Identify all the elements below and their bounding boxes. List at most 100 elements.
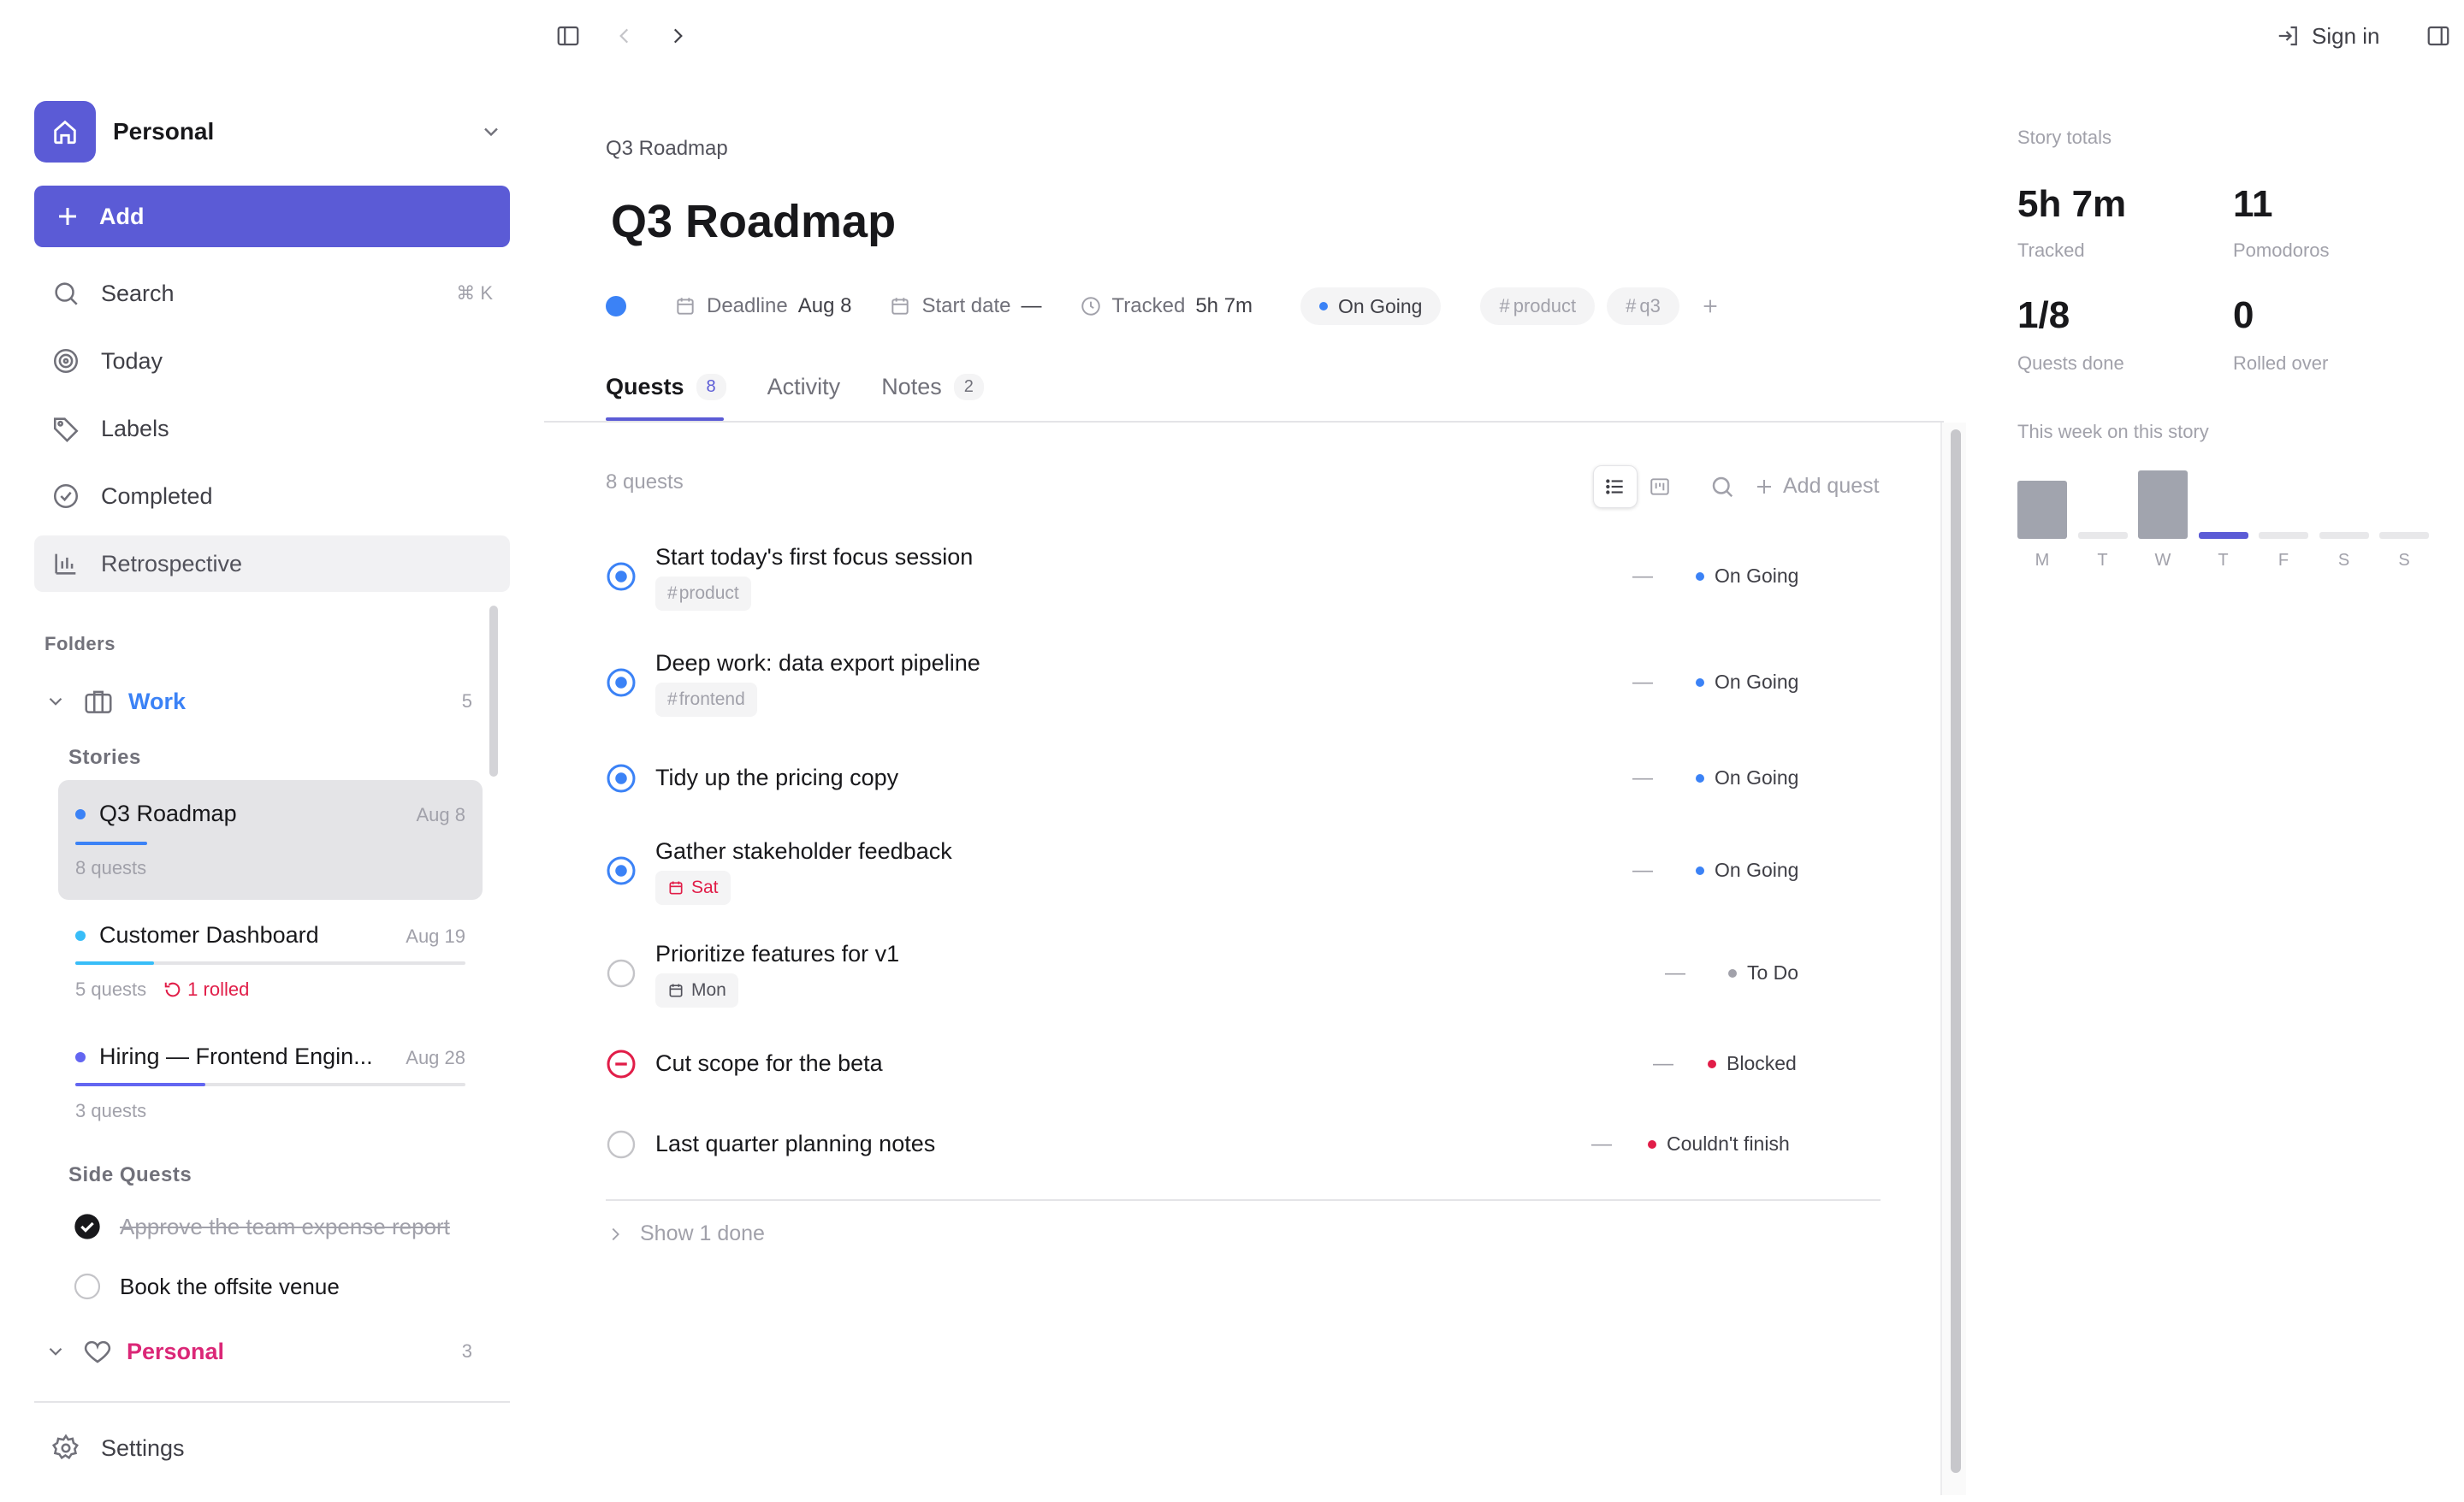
tracked-property[interactable]: Tracked 5h 7m [1080,294,1253,318]
quest-estimate[interactable]: — [1632,671,1653,695]
forward-button[interactable] [660,19,695,53]
quest-status[interactable]: On Going [1696,859,1798,882]
board-view-button[interactable] [1638,465,1682,508]
ongoing-status-icon[interactable] [606,561,637,592]
status-label: On Going [1338,294,1423,317]
blocked-status-icon[interactable] [606,1049,637,1079]
plus-icon [59,208,76,225]
story-color-dot[interactable] [606,296,626,316]
quest-status[interactable]: Blocked [1708,1052,1797,1075]
clock-icon [1081,297,1100,316]
tab-notes-count: 2 [953,373,984,400]
nav-completed-label: Completed [101,482,213,509]
breadcrumb[interactable]: Q3 Roadmap [606,137,728,161]
deadline-property[interactable]: Deadline Aug 8 [674,294,851,318]
nav-labels[interactable]: Labels [34,400,510,457]
list-view-button[interactable] [1593,465,1638,508]
story-color-dot [75,808,86,819]
tab-activity[interactable]: Activity [767,368,841,405]
story-hiring-frontend[interactable]: Hiring — Frontend Engin... Aug 28 3 ques… [58,1025,483,1136]
quest-row[interactable]: Deep work: data export pipeline # fronten… [599,645,1882,730]
toggle-right-panel-button[interactable] [2421,19,2455,53]
quest-row[interactable]: Gather stakeholder feedback Sat — On Goi… [599,833,1882,919]
status-dot [1696,773,1704,783]
quest-estimate[interactable]: — [1632,766,1653,790]
checked-circle-icon[interactable] [74,1213,101,1240]
add-button[interactable]: Add [34,186,510,247]
quest-estimate[interactable]: — [1632,565,1653,588]
tab-quests[interactable]: Quests 8 [606,368,726,405]
quest-row[interactable]: Cut scope for the beta — Blocked [599,1045,1882,1100]
quest-status[interactable]: To Do [1728,961,1798,985]
empty-circle-icon[interactable] [606,958,637,989]
empty-circle-icon[interactable] [74,1273,101,1300]
week-day-label: M [2035,551,2050,570]
quest-tag[interactable]: # frontend [655,683,757,717]
quest-estimate[interactable]: — [1653,1052,1673,1076]
quest-tag[interactable]: # product [655,577,751,611]
side-quest-item[interactable]: Book the offsite venue [74,1273,340,1300]
search-icon [1712,476,1733,498]
quest-row[interactable]: Start today's first focus session # produ… [599,539,1882,624]
story-date: Aug 19 [406,925,465,947]
story-customer-dashboard[interactable]: Customer Dashboard Aug 19 5 quests 1 rol… [58,903,483,1014]
quest-estimate[interactable]: — [1632,859,1653,883]
story-meta: 8 quests [75,857,147,878]
page-title[interactable]: Q3 Roadmap [611,195,896,248]
tab-quests-label: Quests [606,373,684,399]
ongoing-status-icon[interactable] [606,855,637,886]
nav-search[interactable]: Search ⌘ K [34,265,510,322]
folder-work[interactable]: Work 5 [44,681,472,722]
tag-chip[interactable]: # product [1480,287,1596,325]
quest-status[interactable]: On Going [1696,671,1798,694]
tab-activity-label: Activity [767,373,841,399]
sidebar-scrollbar[interactable] [489,606,498,777]
quest-count: 8 quests [606,470,684,494]
folder-work-count: 5 [461,690,472,712]
quest-row[interactable]: Tidy up the pricing copy — On Going [599,760,1882,814]
folder-personal[interactable]: Personal 3 [44,1331,472,1372]
quest-row[interactable]: Prioritize features for v1 Mon — To Do [599,936,1882,1021]
quest-tag-label: frontend [678,689,745,709]
status-dot [1319,302,1329,310]
search-quests-button[interactable] [1709,474,1735,500]
story-q3-roadmap[interactable]: Q3 Roadmap Aug 8 8 quests [58,780,483,900]
toggle-sidebar-button[interactable] [551,19,585,53]
chevron-right-icon [673,28,683,44]
week-day-label: T [2218,551,2229,570]
nav-settings[interactable]: Settings [34,1420,510,1476]
quest-status[interactable]: On Going [1696,766,1798,789]
main-scrollbar[interactable] [1951,429,1961,1473]
status-badge[interactable]: On Going [1300,287,1442,325]
workspace-switcher[interactable]: Personal [34,101,510,163]
quest-row[interactable]: Last quarter planning notes — Couldn't f… [599,1126,1882,1180]
quest-status[interactable]: Couldn't finish [1648,1132,1790,1156]
add-label: Add [99,203,145,229]
ongoing-status-icon[interactable] [606,763,637,794]
show-done-label: Show 1 done [640,1221,765,1245]
quest-due-date[interactable]: Sat [655,871,731,905]
add-quest-button[interactable]: Add quest [1754,474,1880,499]
side-quest-item[interactable]: Approve the team expense report [74,1213,450,1240]
quest-title: Tidy up the pricing copy [655,765,899,790]
quest-estimate[interactable]: — [1591,1132,1612,1156]
nav-today[interactable]: Today [34,333,510,389]
empty-circle-icon[interactable] [606,1129,637,1160]
quest-status[interactable]: On Going [1696,565,1798,588]
quest-estimate[interactable]: — [1665,961,1685,985]
show-done-toggle[interactable]: Show 1 done [606,1221,765,1246]
quest-due-date[interactable]: Mon [655,973,738,1008]
ongoing-status-icon[interactable] [606,667,637,698]
tab-notes[interactable]: Notes 2 [881,368,984,405]
heart-icon [84,1340,111,1363]
back-button[interactable] [607,19,642,53]
sign-in-button[interactable]: Sign in [2276,19,2380,53]
stat-quests-done-label: Quests done [2017,352,2124,374]
quest-title: Prioritize features for v1 [655,941,900,967]
add-tag-button[interactable] [1695,291,1726,322]
chevron-left-icon [619,28,629,44]
start-date-property[interactable]: Start date — [889,294,1042,318]
nav-completed[interactable]: Completed [34,468,510,524]
nav-retrospective[interactable]: Retrospective [34,535,510,592]
tag-chip[interactable]: # q3 [1607,287,1679,325]
